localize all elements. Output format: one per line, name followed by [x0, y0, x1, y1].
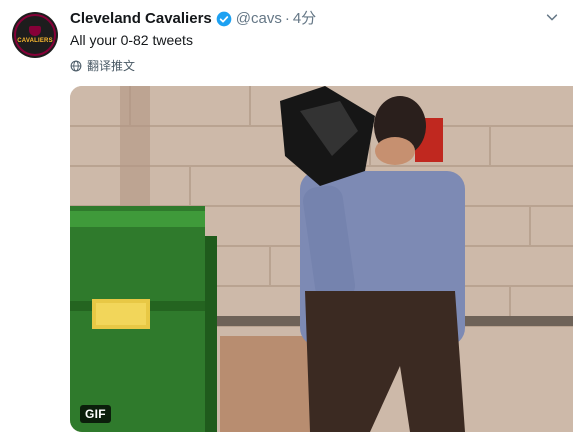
avatar-logo-text: CAVALIERS	[17, 38, 53, 44]
globe-icon	[70, 60, 82, 71]
tweet-timestamp[interactable]: 4分	[293, 9, 316, 29]
separator-dot: ·	[284, 10, 290, 27]
tweet-header: Cleveland Cavaliers @cavs · 4分	[70, 9, 316, 29]
translate-tweet-link[interactable]: 翻译推文	[70, 57, 135, 74]
translate-label: 翻译推文	[87, 59, 136, 73]
avatar[interactable]: CAVALIERS	[12, 12, 58, 58]
user-handle[interactable]: @cavs	[236, 9, 282, 29]
display-name[interactable]: Cleveland Cavaliers	[70, 9, 212, 29]
tweet-text: All your 0-82 tweets	[70, 32, 193, 48]
gif-media[interactable]	[70, 86, 573, 432]
gif-badge: GIF	[80, 405, 111, 423]
chevron-down-icon[interactable]	[545, 10, 559, 24]
shield-icon	[29, 26, 41, 36]
cavaliers-logo: CAVALIERS	[14, 14, 56, 56]
gif-frame	[70, 86, 573, 432]
verified-icon	[216, 11, 232, 27]
